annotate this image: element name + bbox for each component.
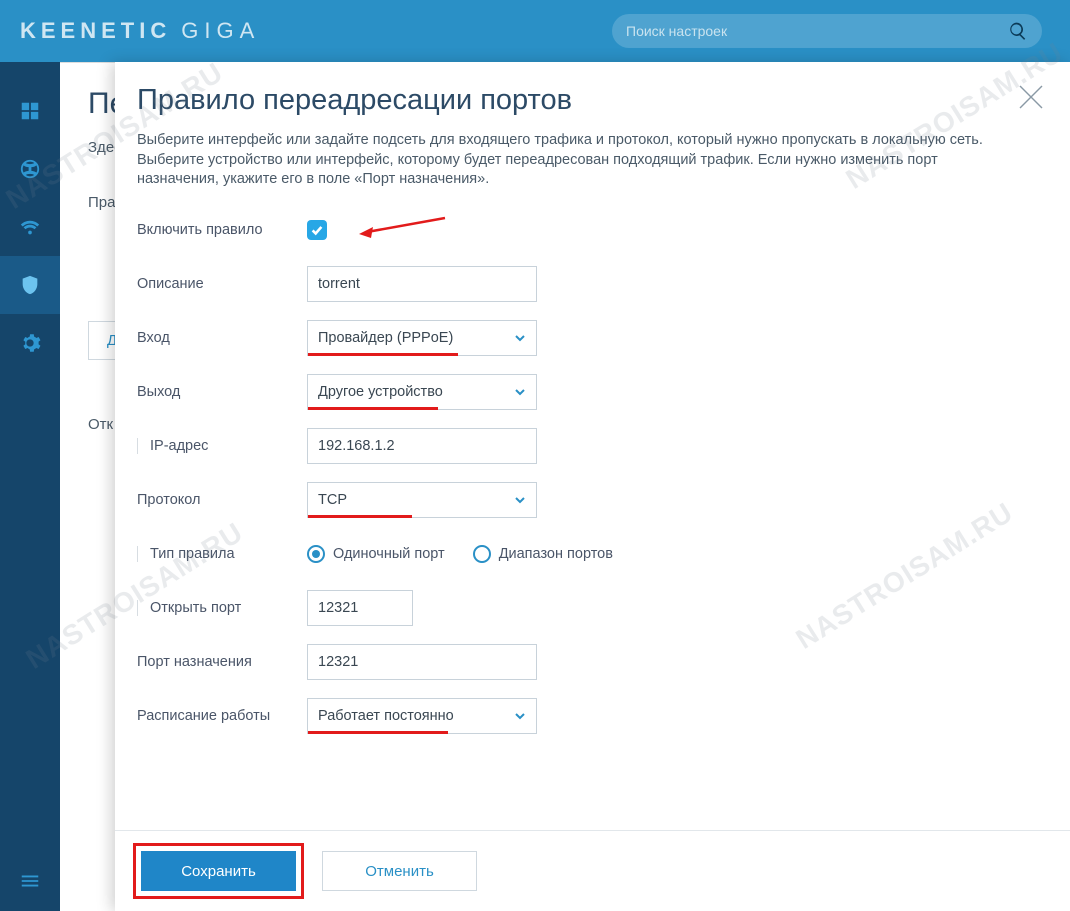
radio-icon-selected <box>307 545 325 563</box>
label-input-if: Вход <box>137 330 307 346</box>
label-protocol: Протокол <box>137 492 307 508</box>
row-description: Описание <box>137 266 1034 302</box>
row-rule-type: Тип правила Одиночный порт Диапазон порт… <box>137 536 1034 572</box>
annotation-arrow <box>357 214 447 245</box>
chevron-down-icon <box>514 710 526 722</box>
save-highlight-box: Сохранить <box>133 843 304 899</box>
input-if-value: Провайдер (PPPoE) <box>318 330 453 346</box>
label-open-port: Открыть порт <box>137 600 307 616</box>
wifi-icon <box>19 216 41 238</box>
modal-footer: Сохранить Отменить <box>115 830 1070 911</box>
dst-port-input[interactable] <box>307 644 537 680</box>
row-schedule: Расписание работы Работает постоянно <box>137 698 1034 734</box>
close-button[interactable] <box>1014 80 1048 114</box>
enable-rule-checkbox[interactable] <box>307 220 327 240</box>
grid-icon <box>19 100 41 122</box>
modal-title: Правило переадресации портов <box>137 84 1034 117</box>
output-if-value: Другое устройство <box>318 384 443 400</box>
nav-internet[interactable] <box>0 140 60 198</box>
ip-input[interactable] <box>307 428 537 464</box>
row-dst-port: Порт назначения <box>137 644 1034 680</box>
radio-single-port[interactable]: Одиночный порт <box>307 545 445 563</box>
close-icon <box>1014 80 1048 114</box>
row-open-port: Открыть порт <box>137 590 1034 626</box>
row-enable-rule: Включить правило <box>137 212 1034 248</box>
radio-single-label: Одиночный порт <box>333 546 445 562</box>
search-icon <box>1008 21 1028 41</box>
label-dst-port: Порт назначения <box>137 654 307 670</box>
cancel-button[interactable]: Отменить <box>322 851 477 891</box>
port-forward-modal: Правило переадресации портов Выберите ин… <box>115 62 1070 911</box>
row-ip: IP-адрес <box>137 428 1034 464</box>
chevron-down-icon <box>514 386 526 398</box>
brand-sub: GIGA <box>181 18 260 44</box>
radio-port-range[interactable]: Диапазон портов <box>473 545 613 563</box>
nav-dashboard[interactable] <box>0 82 60 140</box>
hamburger-icon <box>19 870 41 892</box>
gear-icon <box>19 332 41 354</box>
row-output-if: Выход Другое устройство <box>137 374 1034 410</box>
save-button[interactable]: Сохранить <box>141 851 296 891</box>
brand-main: KEENETIC <box>20 18 171 44</box>
label-description: Описание <box>137 276 307 292</box>
schedule-select[interactable]: Работает постоянно <box>307 698 537 734</box>
nav-wifi[interactable] <box>0 198 60 256</box>
label-rule-type: Тип правила <box>137 546 307 562</box>
search-input[interactable] <box>626 23 1008 39</box>
label-schedule: Расписание работы <box>137 708 307 724</box>
label-enable-rule: Включить правило <box>137 222 307 238</box>
row-protocol: Протокол TCP <box>137 482 1034 518</box>
label-output-if: Выход <box>137 384 307 400</box>
description-input[interactable] <box>307 266 537 302</box>
chevron-down-icon <box>514 332 526 344</box>
input-if-select[interactable]: Провайдер (PPPoE) <box>307 320 537 356</box>
open-port-input[interactable] <box>307 590 413 626</box>
sidebar <box>0 62 60 911</box>
nav-settings[interactable] <box>0 314 60 372</box>
row-input-if: Вход Провайдер (PPPoE) <box>137 320 1034 356</box>
app-header: KEENETIC GIGA <box>0 0 1070 62</box>
chevron-down-icon <box>514 494 526 506</box>
label-ip: IP-адрес <box>137 438 307 454</box>
check-icon <box>310 223 324 237</box>
protocol-value: TCP <box>318 492 347 508</box>
globe-icon <box>19 158 41 180</box>
search-box[interactable] <box>612 14 1042 48</box>
protocol-select[interactable]: TCP <box>307 482 537 518</box>
radio-range-label: Диапазон портов <box>499 546 613 562</box>
rule-type-radio-group: Одиночный порт Диапазон портов <box>307 545 613 563</box>
output-if-select[interactable]: Другое устройство <box>307 374 537 410</box>
radio-icon-unselected <box>473 545 491 563</box>
brand-logo: KEENETIC GIGA <box>20 18 260 44</box>
shield-icon <box>19 274 41 296</box>
schedule-value: Работает постоянно <box>318 708 454 724</box>
sidebar-menu-toggle[interactable] <box>0 851 60 911</box>
modal-description: Выберите интерфейс или задайте подсеть д… <box>137 131 1017 190</box>
nav-security[interactable] <box>0 256 60 314</box>
